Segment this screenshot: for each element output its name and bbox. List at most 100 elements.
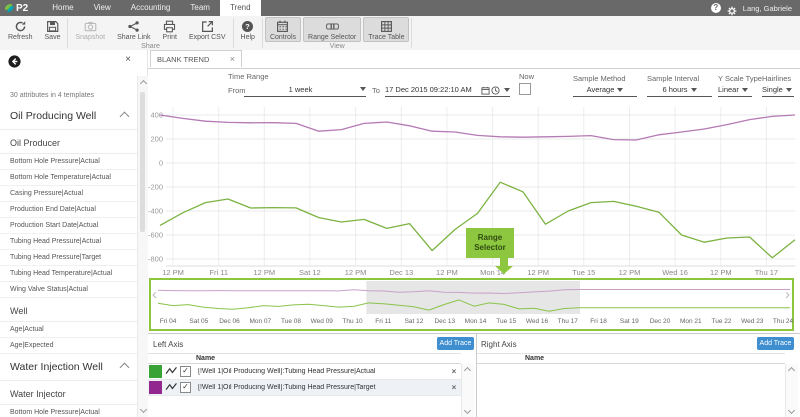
scroll-down-icon[interactable] bbox=[464, 407, 471, 414]
sidebar-item[interactable]: Tubing Head Pressure|Target bbox=[0, 250, 138, 266]
app-window: P2 HomeViewAccountingTeamTrend ? Lang, G… bbox=[0, 0, 800, 417]
range-tick-label: Mon 21 bbox=[676, 318, 706, 325]
right-axis-label: Right Axis bbox=[481, 340, 517, 349]
svg-text:12 PM: 12 PM bbox=[527, 268, 549, 277]
chevron-up-icon bbox=[120, 362, 130, 372]
sidebar-item[interactable]: Age|Expected bbox=[0, 338, 138, 354]
close-tab-icon[interactable]: × bbox=[230, 54, 235, 64]
trace-visibility-checkbox[interactable]: ✓ bbox=[180, 366, 191, 377]
topbar-tab-accounting[interactable]: Accounting bbox=[121, 0, 181, 16]
add-trace-button-left[interactable]: Add Trace bbox=[437, 337, 474, 350]
remove-trace-icon[interactable]: × bbox=[447, 383, 461, 392]
refresh-button[interactable]: Refresh bbox=[3, 17, 38, 42]
to-label: To bbox=[372, 86, 380, 95]
sidebar-item[interactable]: Production End Date|Actual bbox=[0, 202, 138, 218]
topbar-tab-trend[interactable]: Trend bbox=[220, 0, 261, 16]
calendar-icon[interactable] bbox=[481, 85, 490, 100]
sidebar-item[interactable]: Tubing Head Temperature|Actual bbox=[0, 266, 138, 282]
scroll-down-icon[interactable] bbox=[788, 407, 795, 414]
topbar-tab-view[interactable]: View bbox=[84, 0, 121, 16]
range-selector-button[interactable]: Range Selector bbox=[303, 17, 361, 42]
sidebar-section-title: Water Injection Well bbox=[10, 361, 103, 373]
chevron-down-icon bbox=[691, 88, 697, 92]
now-checkbox[interactable] bbox=[519, 83, 531, 95]
clock-icon[interactable] bbox=[491, 85, 500, 100]
svg-text:200: 200 bbox=[150, 135, 163, 144]
ribbon-toolbar: Refresh SaveSnapshotShare LinkPrintExport… bbox=[0, 16, 800, 51]
controls-button[interactable]: Controls bbox=[265, 17, 301, 42]
scroll-up-icon[interactable] bbox=[788, 367, 795, 374]
save-button[interactable]: Save bbox=[40, 17, 66, 42]
scroll-up-icon[interactable] bbox=[140, 80, 147, 87]
remove-trace-icon[interactable]: × bbox=[447, 367, 461, 376]
topbar-tab-team[interactable]: Team bbox=[180, 0, 220, 16]
refresh-label: Refresh bbox=[8, 34, 33, 41]
range-selector-chart[interactable] bbox=[151, 280, 790, 316]
name-column-header: Name bbox=[525, 355, 544, 362]
sidebar-item[interactable]: Casing Pressure|Actual bbox=[0, 186, 138, 202]
export-csv-button[interactable]: Export CSV bbox=[184, 17, 231, 42]
range-tick-label: Mon 14 bbox=[461, 318, 491, 325]
tab-title: BLANK TREND bbox=[157, 55, 230, 64]
trace-row[interactable]: ✓ [!Well 1|Oil Producing Well]:Tubing Hea… bbox=[148, 380, 461, 396]
topbar-tab-home[interactable]: Home bbox=[42, 0, 83, 16]
sidebar-item[interactable]: Age|Actual bbox=[0, 322, 138, 338]
sidebar-section-header[interactable]: Water Injection Well bbox=[0, 354, 138, 381]
scrollbar-thumb[interactable] bbox=[140, 92, 145, 232]
pan-left-icon[interactable]: ‹ bbox=[152, 286, 157, 303]
ribbon-group-share: SnapshotShare LinkPrintExport CSVShare bbox=[69, 16, 231, 50]
add-trace-button-right[interactable]: Add Trace bbox=[757, 337, 794, 350]
sidebar-item[interactable]: Bottom Hole Temperature|Actual bbox=[0, 170, 138, 186]
leaf-logo-icon bbox=[4, 3, 14, 13]
controls-label: Controls bbox=[270, 34, 296, 41]
share-link-button[interactable]: Share Link bbox=[112, 17, 155, 42]
svg-text:?: ? bbox=[245, 22, 250, 31]
range-tick-label: Sat 05 bbox=[184, 318, 214, 325]
callout-text: Range Selector bbox=[466, 233, 514, 253]
print-button[interactable]: Print bbox=[158, 17, 182, 42]
right-table-scrollbar[interactable] bbox=[785, 364, 798, 417]
close-sidebar-icon[interactable]: × bbox=[125, 54, 131, 65]
y-scale-type-select[interactable]: Linear bbox=[718, 82, 752, 97]
snapshot-button: Snapshot bbox=[70, 17, 110, 42]
sidebar-item[interactable]: Wing Valve Status|Actual bbox=[0, 282, 138, 298]
svg-text:Sat 12: Sat 12 bbox=[299, 268, 321, 277]
hairlines-select[interactable]: Single bbox=[762, 82, 794, 97]
help-icon[interactable]: ? bbox=[711, 3, 721, 13]
left-table-scrollbar[interactable] bbox=[461, 364, 474, 417]
sidebar-section-title: Oil Producing Well bbox=[10, 110, 96, 122]
trace-name: [!Well 1|Oil Producing Well]:Tubing Head… bbox=[198, 368, 447, 375]
back-icon[interactable] bbox=[8, 55, 21, 68]
sidebar-item[interactable]: Bottom Hole Pressure|Actual bbox=[0, 405, 138, 417]
sidebar-item[interactable]: Production Start Date|Actual bbox=[0, 218, 138, 234]
help-button[interactable]: ?Help bbox=[236, 17, 260, 42]
sidebar-scrollbar[interactable] bbox=[137, 76, 148, 417]
user-name[interactable]: Lang, Gabriele bbox=[743, 4, 792, 13]
chevron-down-icon bbox=[617, 88, 623, 92]
trace-visibility-checkbox[interactable]: ✓ bbox=[180, 382, 191, 393]
to-datetime-field[interactable]: 17 Dec 2015 09:22:10 AM bbox=[385, 82, 510, 97]
sidebar-item[interactable]: Tubing Head Pressure|Actual bbox=[0, 234, 138, 250]
sample-interval-select[interactable]: 6 hours bbox=[647, 82, 712, 97]
range-tick-label: Dec 20 bbox=[645, 318, 675, 325]
attribute-sidebar: × 30 attributes in 4 templatesOil Produc… bbox=[0, 50, 148, 417]
panel-divider bbox=[476, 334, 477, 417]
from-select[interactable]: 1 week bbox=[244, 82, 366, 97]
callout-arrow-tip bbox=[495, 266, 513, 274]
ribbon-separator bbox=[262, 18, 263, 48]
trace-name: [!Well 1|Oil Producing Well]:Tubing Head… bbox=[198, 384, 447, 391]
gear-icon[interactable] bbox=[727, 3, 737, 13]
tab-blank-trend[interactable]: BLANK TREND × bbox=[150, 50, 242, 67]
line-style-icon bbox=[165, 382, 180, 393]
sidebar-section-header[interactable]: Oil Producing Well bbox=[0, 103, 138, 130]
sample-method-value: Average bbox=[587, 85, 615, 94]
pan-right-icon[interactable]: › bbox=[785, 286, 790, 303]
sidebar-item[interactable]: Bottom Hole Pressure|Actual bbox=[0, 154, 138, 170]
trace-table-button[interactable]: Trace Table bbox=[363, 17, 409, 42]
trace-row[interactable]: ✓ [!Well 1|Oil Producing Well]:Tubing Hea… bbox=[148, 364, 461, 380]
range-selector-strip[interactable]: Fri 04Sat 05Dec 06Mon 07Tue 08Wed 09Thu … bbox=[149, 278, 794, 331]
scroll-up-icon[interactable] bbox=[464, 367, 471, 374]
sample-method-select[interactable]: Average bbox=[573, 82, 637, 97]
svg-text:Wed 16: Wed 16 bbox=[662, 268, 688, 277]
scroll-down-icon[interactable] bbox=[140, 406, 147, 413]
